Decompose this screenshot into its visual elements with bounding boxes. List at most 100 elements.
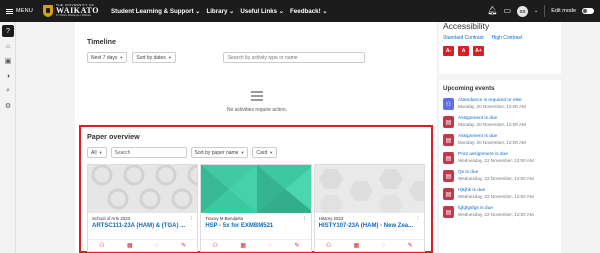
edit-mode-toggle[interactable] — [582, 8, 594, 14]
course-image — [314, 165, 424, 213]
participants-icon[interactable]: ⚇ — [99, 243, 104, 249]
nav-feedback[interactable]: Feedback! ⌄ — [290, 8, 328, 15]
course-cards: School of Arts 2023 ⋮ ARTSC111-23A (HAM)… — [87, 164, 425, 252]
font-decrease-button[interactable]: A- — [443, 46, 454, 56]
event-item[interactable]: ▤ Print assignment is due Wednesday, 22 … — [443, 152, 557, 164]
menu-label: MENU — [16, 8, 33, 14]
course-category: School of Arts 2023 — [92, 216, 131, 221]
event-date: Wednesday, 22 November, 12:00 AM — [458, 193, 534, 199]
event-item[interactable]: ▤ Assignment is due Monday, 20 November,… — [443, 116, 557, 128]
course-title[interactable]: HISTY107-23A (HAM) - New Zea... — [315, 222, 424, 229]
event-item[interactable]: ▤ Assignment is due Monday, 20 November,… — [443, 134, 557, 146]
event-item[interactable]: ▤ Hjkjhk is due Wednesday, 22 November, … — [443, 188, 557, 200]
attendance-icon: ⚇ — [443, 98, 454, 110]
font-increase-button[interactable]: A+ — [473, 46, 484, 56]
nav-useful-links[interactable]: Useful Links ⌄ — [240, 8, 284, 15]
event-item[interactable]: ▤ Qx is due Wednesday, 22 November, 12:0… — [443, 170, 557, 182]
course-pattern — [318, 169, 424, 213]
overview-view-select[interactable]: Card ▼ — [252, 147, 278, 158]
paper-overview-block: Paper overview All ▼ Search Sort by paper… — [79, 125, 433, 253]
pencil-icon[interactable]: ✎ — [294, 243, 299, 249]
course-activity-icons: ⚇ ▦ ◌ ✎ — [201, 239, 311, 251]
assignment-icon: ▤ — [443, 134, 454, 146]
course-category: History 2023 — [318, 216, 344, 221]
edit-mode-label: Edit mode — [551, 8, 576, 14]
timeline-sort-select[interactable]: Sort by dates ▼ — [132, 52, 176, 63]
forum-icon[interactable]: ◌ — [155, 243, 159, 249]
overview-search-input[interactable]: Search — [110, 147, 187, 158]
course-title[interactable]: HSP - 5x for EXMBM521 — [201, 222, 310, 229]
primary-nav: Student Learning & Support ⌄ Library ⌄ U… — [111, 8, 328, 15]
timeline-search-input[interactable]: Search by activity type or name — [222, 52, 365, 63]
search-icon[interactable]: ⌕ — [2, 85, 14, 97]
accessibility-block: Accessibility Standard Contrast High Con… — [439, 21, 561, 74]
user-area: 🔔︎ ▭ SS ⌄ Edit mode — [487, 0, 600, 22]
overview-controls: All ▼ Search Sort by paper name ▼ Card ▼ — [87, 147, 425, 158]
empty-message: No activities require action. — [226, 107, 288, 113]
course-category: Tracey M Bendjelta — [205, 216, 243, 221]
grades-icon[interactable]: ▦ — [354, 243, 360, 249]
list-icon — [249, 89, 265, 103]
course-image — [201, 165, 311, 213]
more-options-icon[interactable]: ⋮ — [189, 216, 193, 222]
box-icon[interactable]: ▣ — [2, 55, 14, 67]
standard-contrast-link[interactable]: Standard Contrast — [443, 35, 484, 41]
pencil-icon[interactable]: ✎ — [181, 243, 186, 249]
event-date: Wednesday, 22 November, 12:00 AM — [458, 157, 534, 163]
assignment-icon: ▤ — [443, 152, 454, 164]
left-drawer-rail: ? ⌂ ▣ ◑ ⌕ ⚙ — [0, 22, 16, 253]
chevron-down-icon: ▼ — [240, 150, 245, 155]
assignment-icon: ▤ — [443, 116, 454, 128]
participants-icon[interactable]: ⚇ — [326, 243, 331, 249]
high-contrast-link[interactable]: High Contrast — [492, 35, 523, 41]
help-icon[interactable]: ? — [2, 25, 14, 37]
event-item[interactable]: ⚇ Attendance is required or else Monday,… — [443, 98, 557, 110]
main-content: Timeline Next 7 days ▼ Sort by dates ▼ Sea… — [75, 22, 437, 253]
more-options-icon[interactable]: ⋮ — [302, 216, 306, 222]
nav-student-learning[interactable]: Student Learning & Support ⌄ — [111, 8, 200, 15]
timeline-block: Timeline Next 7 days ▼ Sort by dates ▼ Sea… — [87, 37, 427, 113]
gear-icon[interactable]: ⚙ — [2, 100, 14, 112]
bell-icon[interactable]: 🔔︎ — [487, 7, 497, 15]
course-pattern — [91, 165, 198, 210]
more-options-icon[interactable]: ⋮ — [416, 216, 420, 222]
grades-icon[interactable]: ▦ — [240, 243, 246, 249]
overview-sort-select[interactable]: Sort by paper name ▼ — [190, 147, 249, 158]
course-image — [88, 165, 198, 213]
course-activity-icons: ⚇ ▦ ◌ ✎ — [314, 239, 424, 251]
right-block-region: Accessibility Standard Contrast High Con… — [439, 21, 600, 253]
event-date: Monday, 20 November, 12:00 AM — [458, 139, 526, 145]
assignment-icon: ▤ — [443, 170, 454, 182]
menu-button[interactable]: MENU — [0, 0, 39, 22]
timeline-range-select[interactable]: Next 7 days ▼ — [87, 52, 128, 63]
accessibility-title: Accessibility — [443, 21, 490, 31]
forum-icon[interactable]: ◌ — [382, 243, 386, 249]
timeline-title: Timeline — [87, 37, 117, 46]
paper-overview-title: Paper overview — [87, 132, 140, 141]
event-item[interactable]: ▤ fgfgfgsfgs is due Wednesday, 22 Novemb… — [443, 206, 557, 218]
upcoming-events-block: Upcoming events ⚇ Attendance is required… — [439, 80, 561, 253]
overview-filter-select[interactable]: All ▼ — [87, 147, 107, 158]
message-icon[interactable]: ▭ — [503, 7, 511, 15]
hamburger-icon — [6, 8, 13, 14]
graduation-cap-icon[interactable]: ⌂ — [2, 40, 14, 52]
course-title[interactable]: ARTSC111-23A (HAM) & (TGA) ... — [88, 222, 197, 229]
chevron-down-icon: ▼ — [119, 55, 124, 60]
chevron-down-icon: ▼ — [167, 55, 172, 60]
course-card[interactable]: Tracey M Bendjelta ⋮ HSP - 5x for EXMBM5… — [200, 164, 312, 252]
event-date: Monday, 20 November, 12:00 AM — [458, 103, 526, 109]
event-date: Monday, 20 November, 12:00 AM — [458, 121, 526, 127]
pencil-icon[interactable]: ✎ — [408, 243, 413, 249]
nav-library[interactable]: Library ⌄ — [206, 8, 234, 15]
layers-icon[interactable]: ◑ — [2, 70, 14, 82]
grades-icon[interactable]: ▦ — [127, 243, 133, 249]
font-reset-button[interactable]: A — [458, 46, 469, 56]
forum-icon[interactable]: ◌ — [268, 243, 272, 249]
chevron-down-icon[interactable]: ⌄ — [534, 8, 538, 14]
university-logo[interactable]: THE UNIVERSITY OF WAIKATO Te Whare Wānan… — [43, 4, 99, 18]
participants-icon[interactable]: ⚇ — [213, 243, 218, 249]
avatar[interactable]: SS — [517, 5, 529, 17]
course-pattern — [201, 165, 311, 213]
course-card[interactable]: History 2023 ⋮ HISTY107-23A (HAM) - New … — [313, 164, 425, 252]
course-card[interactable]: School of Arts 2023 ⋮ ARTSC111-23A (HAM)… — [87, 164, 199, 252]
